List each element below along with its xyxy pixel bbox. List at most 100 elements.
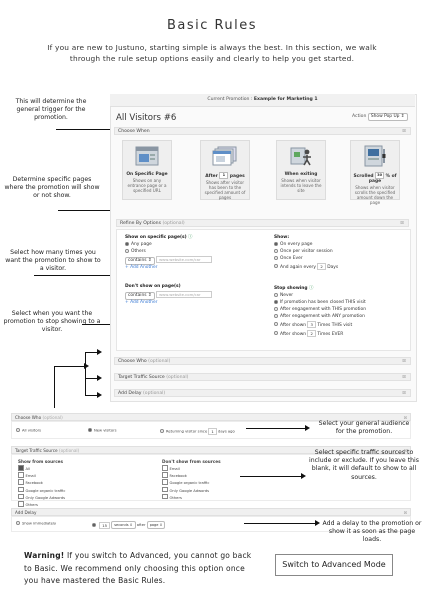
show-on-pages-label: Show on specific page(s): [125, 235, 187, 240]
switch-to-advanced-button[interactable]: Switch to Advanced Mode: [275, 554, 393, 576]
stop-option[interactable]: If promotion has been closed THIS visit: [274, 299, 366, 305]
checkbox[interactable]: [162, 493, 168, 500]
checkbox[interactable]: [18, 479, 24, 485]
option-label: After shown: [280, 331, 307, 337]
add-another-link[interactable]: + Add Another: [125, 265, 157, 270]
option-label: Once per visitor session: [280, 249, 333, 255]
dont-show-sources-label: Don't show from sources: [162, 459, 221, 464]
checkbox[interactable]: [162, 486, 168, 493]
checkbox[interactable]: [162, 472, 168, 478]
radio-others[interactable]: Others: [125, 248, 146, 254]
stop-option[interactable]: After shown: [274, 322, 307, 328]
collapse-icon[interactable]: ⊠: [402, 358, 406, 366]
dont-show-url-input[interactable]: www.website.com/car: [156, 290, 213, 298]
stop-option[interactable]: After engagement with ANY promotion: [274, 313, 365, 319]
radio-label: Any page: [131, 242, 152, 248]
source-option[interactable]: Only Google Adwords: [18, 493, 138, 501]
scroll-percent-input[interactable]: 30: [375, 172, 385, 179]
action-group: Action Show Pop Up ⇕: [352, 113, 408, 121]
radio-new-visitors[interactable]: New visitors: [88, 428, 117, 434]
source-option[interactable]: All: [18, 465, 138, 472]
source-option[interactable]: Facebook: [18, 479, 138, 486]
radio-returning[interactable]: Returning visitor since 1 days ago: [160, 428, 235, 435]
stop-option[interactable]: After engagement with THIS promotion: [274, 306, 366, 312]
source-option[interactable]: Email: [162, 465, 302, 472]
optional-label: (optional): [42, 415, 63, 420]
source-option[interactable]: Only Google Adwords: [162, 486, 302, 494]
current-promo-name: Example for Marketing 1: [253, 97, 318, 102]
collapse-icon[interactable]: ⊠: [400, 220, 404, 228]
refine-label: Refine By Options: [120, 221, 161, 226]
card-after-pages[interactable]: After 1 pages Shows after visitor has be…: [200, 140, 250, 200]
source-label: Others: [25, 503, 38, 508]
choose-who-bar[interactable]: Choose Who (optional) ⊠: [114, 357, 411, 365]
radio-any-page[interactable]: Any page: [125, 241, 152, 248]
show-option[interactable]: Once Ever: [274, 255, 303, 261]
delay-event-value: page: [149, 523, 159, 527]
choose-when-bar[interactable]: Choose When ⊠: [114, 127, 411, 135]
info-icon: ⓘ: [188, 235, 193, 240]
radio-show-immediately[interactable]: Show immediately: [16, 521, 56, 527]
target-traffic-bar[interactable]: Target Traffic Source (optional) ⊠: [114, 373, 411, 381]
pages-count-input[interactable]: 1: [219, 172, 229, 179]
delay-event-select[interactable]: page ⇕: [146, 521, 166, 529]
adv-delay-bar[interactable]: Add Delay ⊠: [11, 508, 411, 516]
option-label: After shown: [280, 322, 307, 328]
dont-show-sources-group: Don't show from sources Email Facebook Goo…: [162, 459, 302, 501]
checkbox[interactable]: [162, 465, 168, 471]
warning-text: Warning! If you switch to Advanced, you …: [24, 550, 256, 588]
contains-select[interactable]: contains ⇕: [125, 291, 155, 300]
delay-setting[interactable]: 15 seconds ⇕ after page ⇕: [92, 521, 166, 529]
checkbox[interactable]: [18, 465, 24, 471]
show-option[interactable]: On every page: [274, 241, 312, 247]
note-trigger: This will determine the general trigger …: [15, 98, 87, 122]
stop-count-input[interactable]: 3: [307, 320, 316, 328]
card-scrolled[interactable]: Scrolled 30 % of page Shows when visitor…: [350, 140, 400, 205]
action-select[interactable]: Show Pop Up ⇕: [367, 113, 408, 121]
source-option[interactable]: Google organic traffic: [162, 479, 302, 486]
collapse-icon[interactable]: ⊠: [402, 128, 406, 136]
choose-who-label: Choose Who: [118, 359, 147, 364]
collapse-icon[interactable]: ⊠: [402, 374, 406, 382]
show-option[interactable]: And again every: [274, 264, 316, 270]
contains-select[interactable]: contains ⇕: [125, 256, 155, 265]
note-times: Select how many times you want the promo…: [5, 249, 101, 273]
delay-unit-select[interactable]: seconds ⇕: [111, 521, 136, 529]
contains-value: contains: [128, 257, 147, 263]
refine-bar[interactable]: Refine By Options (optional) ⊠: [116, 219, 409, 227]
action-label: Action: [352, 114, 367, 119]
show-url-input[interactable]: www.website.com/car: [156, 255, 213, 263]
stop-option[interactable]: Never: [274, 292, 293, 298]
days-input[interactable]: 2: [317, 262, 326, 270]
refine-optional: (optional): [162, 221, 185, 226]
card-when-exiting[interactable]: When exiting Shows when visitor intends …: [276, 140, 326, 200]
stop-option[interactable]: After shown: [274, 331, 307, 337]
source-option[interactable]: Email: [18, 472, 138, 479]
page-title: Basic Rules: [166, 18, 258, 33]
checkbox[interactable]: [162, 479, 168, 485]
collapse-icon[interactable]: ⊠: [402, 390, 406, 398]
radio-all-visitors[interactable]: All visitors: [16, 428, 41, 434]
show-on-pages-group: Show on specific page(s) ⓘ Any page Othe…: [125, 235, 265, 271]
source-option[interactable]: Others: [162, 493, 302, 501]
scroll-page-icon: [351, 145, 399, 167]
source-option[interactable]: Google organic traffic: [18, 486, 138, 494]
delay-seconds-input[interactable]: 15: [99, 521, 111, 529]
checkbox[interactable]: [18, 501, 24, 507]
checkbox[interactable]: [18, 486, 24, 493]
card-on-specific-page[interactable]: On Specific Page Shows on any entrance p…: [122, 140, 172, 200]
returning-days-input[interactable]: 1: [208, 428, 217, 435]
collapse-icon[interactable]: ⊠: [403, 509, 407, 516]
checkbox[interactable]: [18, 472, 24, 478]
radio-label: All visitors: [22, 428, 42, 433]
add-another-link[interactable]: + Add Another: [125, 300, 157, 305]
add-delay-bar[interactable]: Add Delay (optional) ⊠: [114, 389, 411, 397]
card-desc: Shows on any entrance page or a specifie…: [127, 178, 167, 193]
show-sources-group: Show from sources All Email Facebook Google…: [18, 459, 138, 508]
checkbox[interactable]: [18, 493, 24, 500]
show-option[interactable]: Once per visitor session: [274, 248, 333, 255]
stop-count-input[interactable]: 2: [307, 329, 316, 337]
warning-label: Warning!: [24, 551, 65, 560]
arrow-traffic-note: [240, 473, 306, 479]
note-stop: Select when you want the promotion to st…: [3, 310, 101, 334]
